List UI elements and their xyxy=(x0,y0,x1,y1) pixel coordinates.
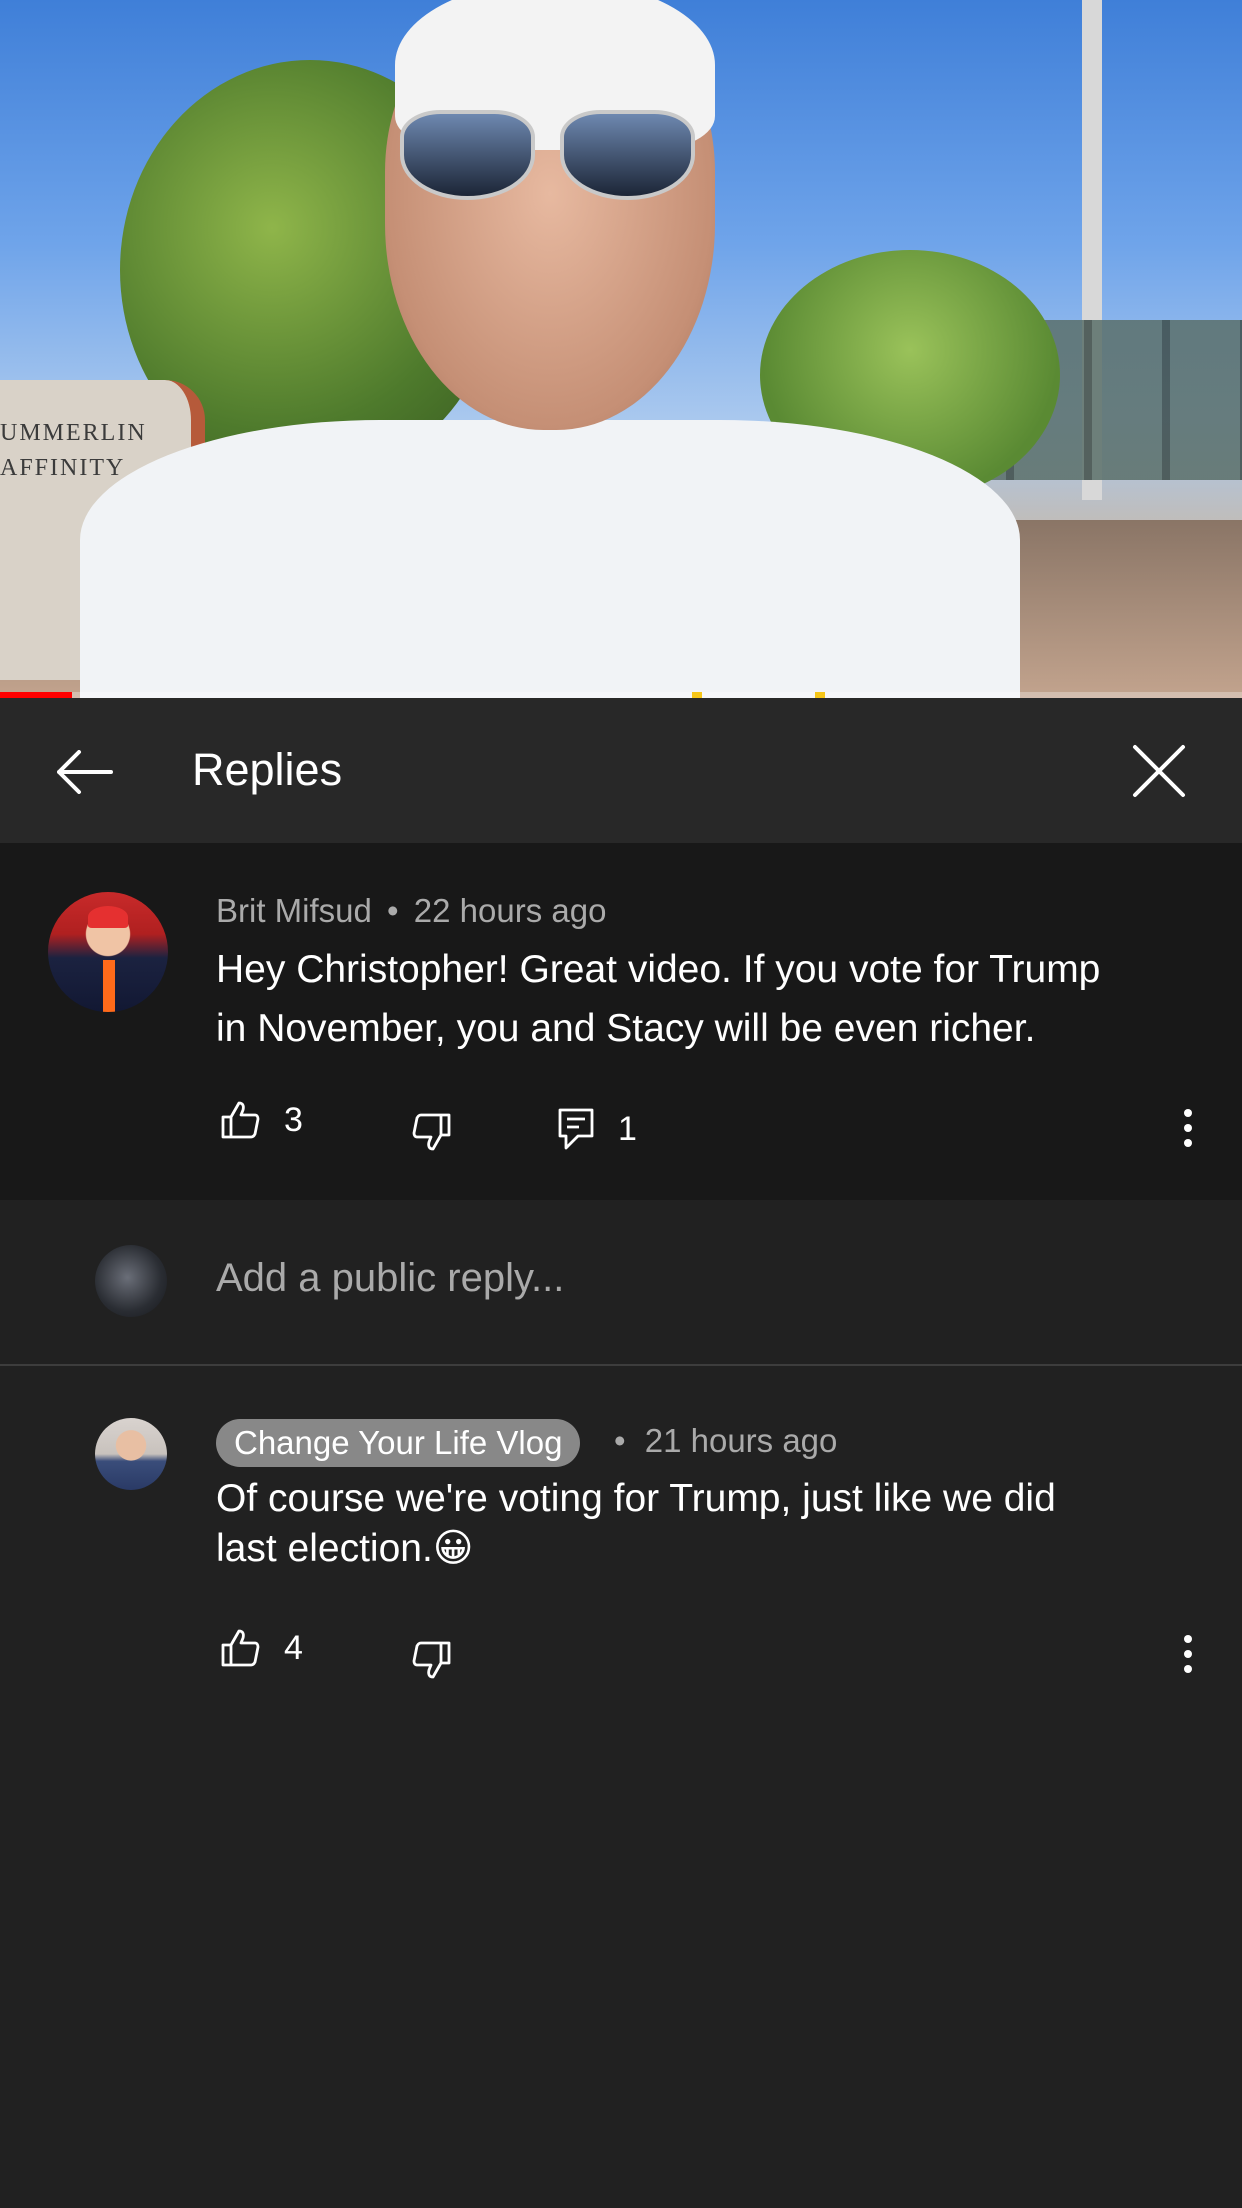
dislike-button[interactable] xyxy=(412,1112,452,1152)
comment-time: 22 hours ago xyxy=(413,892,607,929)
video-player[interactable]: UMMERLIN AFFINITY xyxy=(0,0,1242,698)
like-count: 3 xyxy=(284,1100,303,1139)
grinning-emoji-icon: 😀 xyxy=(432,1527,474,1570)
thumbs-up-icon xyxy=(221,1101,260,1139)
sign-text-2: AFFINITY xyxy=(0,455,126,481)
reply-comment-icon xyxy=(558,1108,594,1150)
meta-separator: • xyxy=(387,892,399,929)
replies-header xyxy=(0,698,1242,843)
reply-input[interactable]: Add a public reply... xyxy=(216,1256,564,1301)
meta-separator: • xyxy=(614,1422,626,1459)
comment-text: Hey Christopher! Great video. If you vot… xyxy=(216,948,1101,1050)
reply-bar xyxy=(0,1200,1242,1366)
reply-count-button[interactable]: 1 xyxy=(558,1108,637,1150)
thumbs-down-icon xyxy=(412,1641,451,1679)
like-button[interactable]: 3 xyxy=(220,1100,303,1140)
arrow-left-icon xyxy=(57,750,113,794)
page-title: Replies xyxy=(192,744,343,795)
reply-like-button[interactable]: 4 xyxy=(220,1628,303,1668)
thumbs-up-icon xyxy=(221,1629,260,1667)
creator-badge[interactable]: Change Your Life Vlog xyxy=(216,1419,581,1467)
more-options-button[interactable] xyxy=(1168,1098,1208,1158)
person-shirt xyxy=(80,420,1020,698)
reply-avatar[interactable] xyxy=(95,1418,167,1490)
sign-text-1: UMMERLIN xyxy=(0,420,147,446)
comment-meta: Brit Mifsud • 22 hours ago xyxy=(216,892,606,930)
thumbs-down-icon xyxy=(412,1113,451,1151)
sunglasses xyxy=(400,110,700,205)
reply-dislike-button[interactable] xyxy=(412,1640,452,1680)
reply-text: Of course we're voting for Trump, just l… xyxy=(216,1477,1056,1570)
reply-time: 21 hours ago xyxy=(644,1422,838,1459)
close-button[interactable] xyxy=(1128,740,1190,802)
reply-like-count: 4 xyxy=(284,1628,303,1667)
back-button[interactable] xyxy=(55,742,115,802)
avatar[interactable] xyxy=(48,892,168,1012)
comment-author[interactable]: Brit Mifsud xyxy=(216,892,372,929)
close-icon xyxy=(1133,745,1185,797)
reply-count: 1 xyxy=(618,1109,637,1148)
reply-more-options-button[interactable] xyxy=(1168,1624,1208,1684)
reply-meta: • 21 hours ago xyxy=(614,1422,837,1460)
user-avatar xyxy=(95,1245,167,1317)
